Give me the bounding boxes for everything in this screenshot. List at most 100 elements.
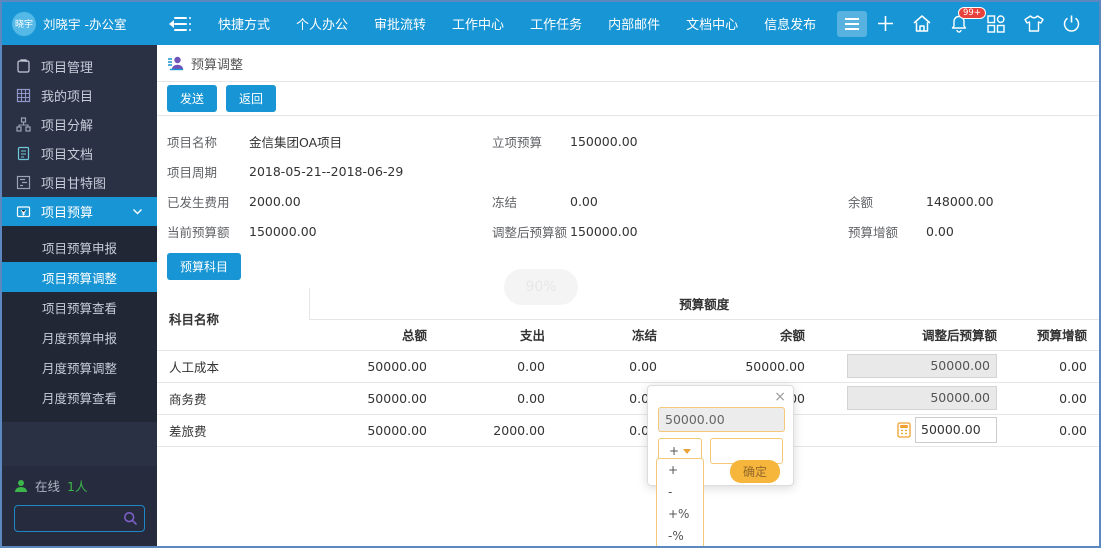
chevron-down-icon bbox=[133, 209, 142, 215]
col-group-header-budget-quota: 预算额度 bbox=[308, 288, 1099, 320]
nav-item-document-center[interactable]: 文档中心 bbox=[673, 2, 751, 45]
frozen-value: 0.00 bbox=[570, 193, 598, 209]
close-icon[interactable]: × bbox=[774, 390, 786, 404]
sidebar-item-project-budget[interactable]: 项目预算 bbox=[2, 197, 157, 226]
app-window: 晓宇 刘晓宇 -办公室 快捷方式 个人办公 审批流转 工作中心 工作任务 内部邮… bbox=[0, 0, 1101, 548]
operator-value: + bbox=[668, 444, 680, 458]
network-icon bbox=[16, 117, 31, 132]
apps-grid-icon[interactable] bbox=[986, 14, 1006, 34]
nav-item-work-tasks[interactable]: 工作任务 bbox=[517, 2, 595, 45]
table-row: 差旅费 50000.00 2000.00 0.00 50000.00 0.00 bbox=[157, 414, 1099, 447]
grid-icon bbox=[16, 88, 31, 103]
adjusted-budget-label: 调整后预算额 bbox=[492, 224, 568, 240]
confirm-button[interactable]: 确定 bbox=[729, 460, 780, 483]
online-user-icon bbox=[15, 479, 27, 492]
nav-item-personal-office[interactable]: 个人办公 bbox=[283, 2, 361, 45]
budget-form: 项目名称 金信集团OA项目 立项预算 150000.00 项目周期 2018-0… bbox=[157, 116, 1099, 248]
online-count: 1人 bbox=[67, 479, 88, 494]
online-label: 在线 bbox=[35, 479, 61, 494]
col-header-total: 总额 bbox=[309, 319, 439, 351]
user-name: 刘晓宇 -办公室 bbox=[43, 17, 127, 32]
col-header-spent: 支出 bbox=[439, 319, 557, 351]
initial-budget-label: 立项预算 bbox=[492, 134, 543, 150]
budget-adjust-popup: × + 确定 + - +% -% bbox=[647, 385, 794, 546]
project-period-label: 项目周期 bbox=[167, 164, 218, 180]
balance-value: 148000.00 bbox=[926, 193, 994, 209]
nav-item-work-center[interactable]: 工作中心 bbox=[439, 2, 517, 45]
send-button[interactable]: 发送 bbox=[167, 85, 218, 112]
adjusted-budget-input[interactable]: 50000.00 bbox=[847, 354, 997, 378]
page-header: 预算调整 bbox=[157, 45, 1099, 82]
sidebar-item-project-management[interactable]: 项目管理 bbox=[2, 52, 157, 81]
popup-current-value-input[interactable] bbox=[658, 407, 785, 432]
document-icon bbox=[17, 146, 30, 161]
sidebar-subitem-monthly-budget-declare[interactable]: 月度预算申报 bbox=[2, 322, 157, 352]
col-header-adjusted: 调整后预算额 bbox=[817, 319, 1009, 351]
clipboard-icon bbox=[17, 59, 30, 73]
nav-more-menu-icon[interactable] bbox=[837, 10, 868, 37]
incurred-cost-value: 2000.00 bbox=[249, 193, 301, 209]
add-icon[interactable] bbox=[876, 14, 895, 33]
budget-icon bbox=[16, 206, 31, 218]
logout-power-icon[interactable] bbox=[1062, 14, 1081, 33]
operator-option-plus-percent[interactable]: +% bbox=[657, 503, 703, 525]
current-budget-value: 150000.00 bbox=[249, 223, 317, 239]
sidebar-item-project-breakdown[interactable]: 项目分解 bbox=[2, 110, 157, 139]
budget-subject-button[interactable]: 预算科目 bbox=[167, 253, 242, 280]
nav-item-internal-mail[interactable]: 内部邮件 bbox=[595, 2, 673, 45]
adjusted-budget-input[interactable]: 50000.00 bbox=[847, 386, 997, 410]
col-header-frozen: 冻结 bbox=[557, 319, 669, 351]
frozen-label: 冻结 bbox=[492, 194, 518, 210]
operator-option-minus-percent[interactable]: -% bbox=[657, 525, 703, 546]
sidebar-item-project-documents[interactable]: 项目文档 bbox=[2, 139, 157, 168]
sidebar-subitem-monthly-budget-adjust[interactable]: 月度预算调整 bbox=[2, 352, 157, 382]
current-budget-label: 当前预算额 bbox=[167, 224, 230, 240]
balance-label: 余额 bbox=[848, 194, 874, 210]
sidebar-subitem-project-budget-adjust[interactable]: 项目预算调整 bbox=[2, 262, 157, 292]
user-area[interactable]: 晓宇 刘晓宇 -办公室 bbox=[2, 11, 157, 36]
search-icon[interactable] bbox=[123, 511, 138, 526]
toolbar: 发送 返回 bbox=[157, 82, 1099, 116]
operator-option-plus[interactable]: + bbox=[657, 459, 703, 481]
sidebar-subitem-project-budget-declare[interactable]: 项目预算申报 bbox=[2, 232, 157, 262]
table-row: 人工成本 50000.00 0.00 0.00 50000.00 50000.0… bbox=[157, 350, 1099, 383]
budget-adjust-person-icon bbox=[168, 56, 184, 71]
nav-item-shortcuts[interactable]: 快捷方式 bbox=[205, 2, 283, 45]
caret-down-icon bbox=[683, 448, 692, 454]
budget-increase-label: 预算增额 bbox=[848, 224, 899, 240]
online-status: 在线 1人 bbox=[14, 476, 145, 495]
adjusted-budget-value: 150000.00 bbox=[570, 223, 638, 239]
project-name-value: 金信集团OA项目 bbox=[249, 134, 343, 150]
collapse-sidebar-icon[interactable] bbox=[169, 16, 191, 32]
page-title: 预算调整 bbox=[191, 57, 244, 73]
budget-table: 科目名称 预算额度 总额 支出 冻结 余额 调整后预算额 预算增额 人工成本 5… bbox=[157, 288, 1099, 447]
project-period-value: 2018-05-21--2018-06-29 bbox=[249, 163, 404, 179]
budget-increase-value: 0.00 bbox=[926, 223, 954, 239]
notification-badge: 99+ bbox=[958, 6, 986, 19]
sidebar-bottom: 在线 1人 bbox=[2, 466, 157, 546]
nav-item-approval-flow[interactable]: 审批流转 bbox=[361, 2, 439, 45]
notifications-bell-icon[interactable]: 99+ bbox=[949, 6, 986, 34]
avatar[interactable]: 晓宇 bbox=[12, 11, 36, 36]
col-header-subject: 科目名称 bbox=[157, 288, 309, 351]
incurred-cost-label: 已发生费用 bbox=[167, 194, 230, 210]
back-button[interactable]: 返回 bbox=[226, 85, 277, 112]
sidebar: 项目管理 我的项目 项目分解 项目文档 项目甘特图 项目预算 项目预算申报 项目… bbox=[2, 45, 157, 546]
adjusted-budget-input-active[interactable]: 50000.00 bbox=[915, 417, 997, 443]
table-row: 商务费 50000.00 0.00 0.00 50000.00 50000.00… bbox=[157, 382, 1099, 415]
operator-option-minus[interactable]: - bbox=[657, 481, 703, 503]
home-icon[interactable] bbox=[912, 14, 932, 33]
calculator-icon[interactable] bbox=[897, 422, 911, 438]
operator-dropdown-list: + - +% -% bbox=[656, 458, 704, 546]
col-header-balance: 余额 bbox=[669, 319, 817, 351]
sidebar-subitem-project-budget-view[interactable]: 项目预算查看 bbox=[2, 292, 157, 322]
theme-shirt-icon[interactable] bbox=[1023, 14, 1045, 33]
col-header-increase: 预算增额 bbox=[1009, 319, 1099, 351]
nav-item-info-publish[interactable]: 信息发布 bbox=[751, 2, 829, 45]
main-nav: 快捷方式 个人办公 审批流转 工作中心 工作任务 内部邮件 文档中心 信息发布 bbox=[205, 2, 868, 45]
sidebar-item-project-gantt[interactable]: 项目甘特图 bbox=[2, 168, 157, 197]
sidebar-item-my-projects[interactable]: 我的项目 bbox=[2, 81, 157, 110]
sidebar-subitem-monthly-budget-view[interactable]: 月度预算查看 bbox=[2, 382, 157, 412]
initial-budget-value: 150000.00 bbox=[570, 133, 638, 149]
project-name-label: 项目名称 bbox=[167, 134, 218, 150]
